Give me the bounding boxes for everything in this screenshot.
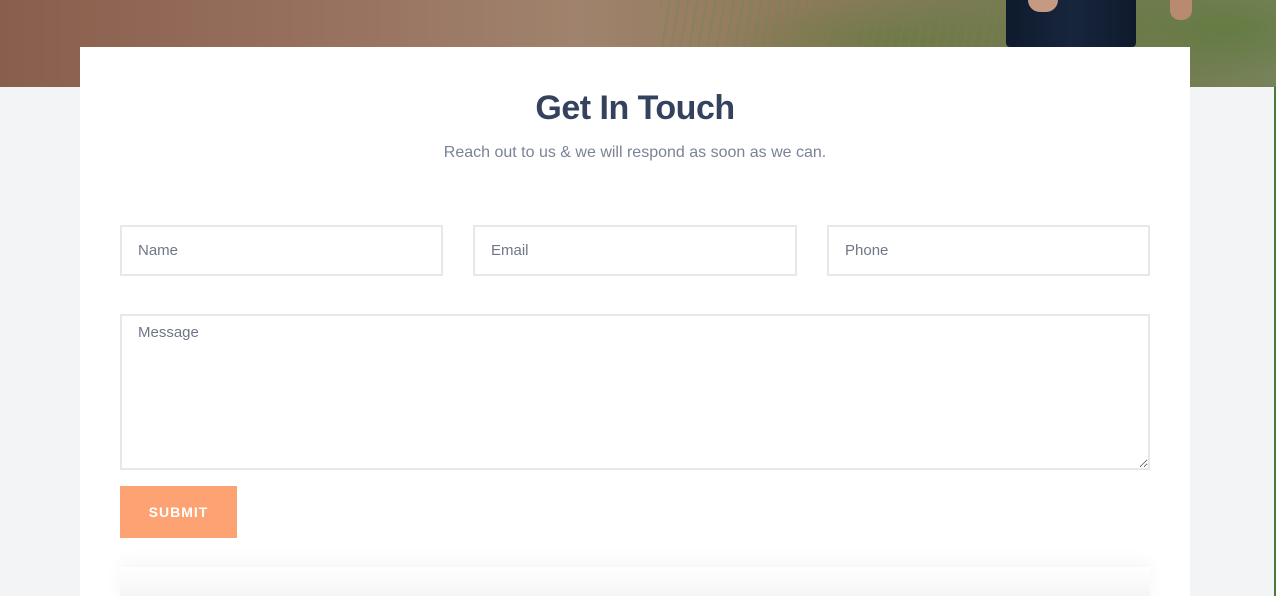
- email-input[interactable]: [473, 225, 797, 276]
- hero-person-hand: [1170, 0, 1192, 20]
- phone-input[interactable]: [827, 225, 1150, 276]
- contact-card: Get In Touch Reach out to us & we will r…: [80, 47, 1190, 596]
- page: Get In Touch Reach out to us & we will r…: [0, 0, 1276, 596]
- next-section-shadow: [120, 567, 1150, 596]
- section-title: Get In Touch: [535, 89, 735, 127]
- name-input[interactable]: [120, 225, 443, 276]
- section-subtitle: Reach out to us & we will respond as soo…: [443, 144, 827, 161]
- message-textarea[interactable]: [120, 314, 1150, 470]
- hero-person: [1006, 0, 1136, 47]
- submit-button[interactable]: SUBMIT: [120, 486, 237, 538]
